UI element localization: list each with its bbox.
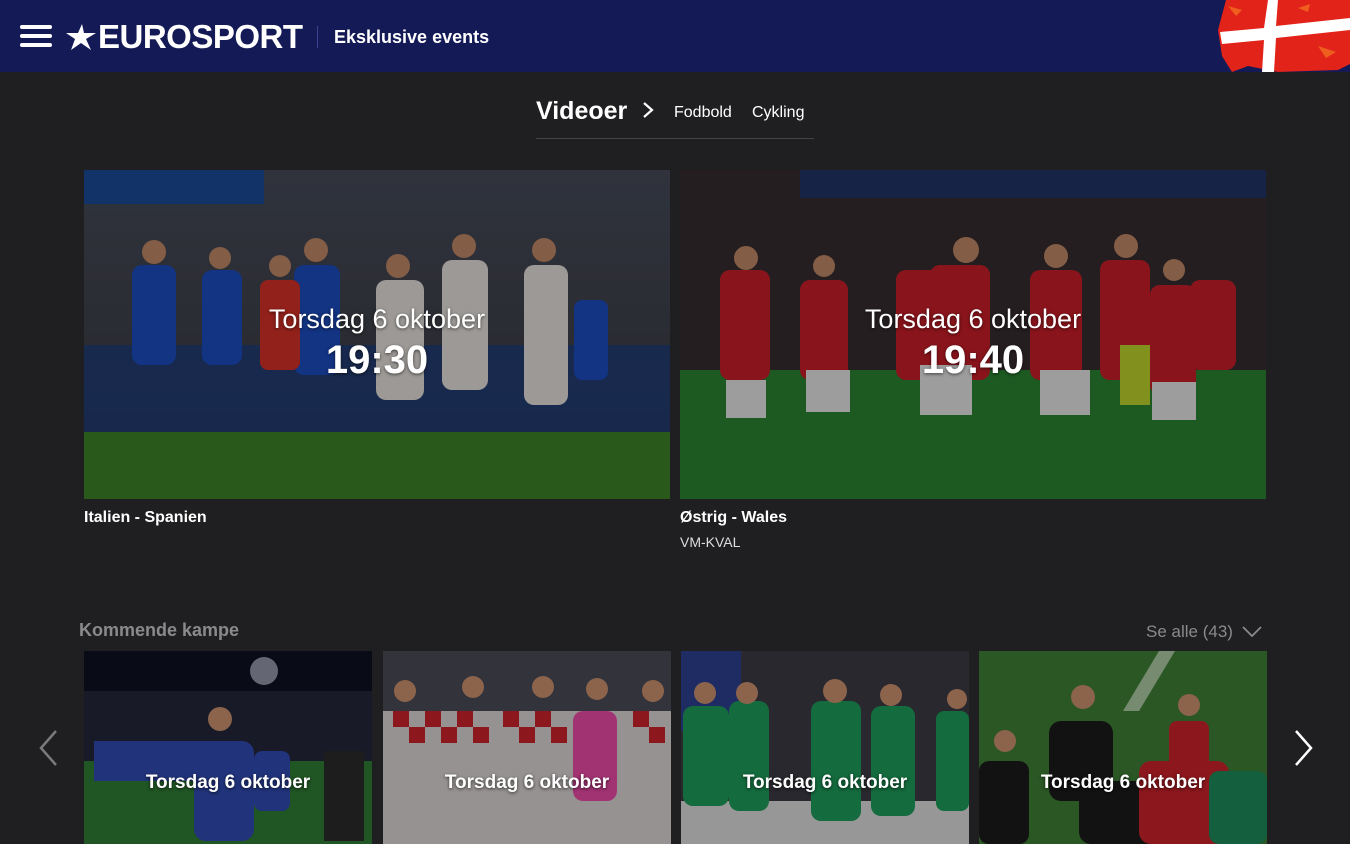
card-date: Torsdag 6 oktober: [742, 772, 908, 793]
breadcrumb-link-fodbold[interactable]: Fodbold: [674, 103, 732, 123]
card-overlay: [681, 651, 969, 844]
upcoming-section-title: Kommende kampe: [79, 620, 240, 640]
logo-text: EUROSPORT: [98, 18, 303, 55]
top-bar: EUROSPORT Eksklusive events: [0, 0, 1350, 72]
card-overlay: [979, 651, 1267, 844]
match-time: 19:30: [325, 338, 429, 382]
menu-icon[interactable]: [20, 25, 52, 47]
upcoming-match-card[interactable]: Torsdag 6 oktober: [681, 651, 969, 844]
danish-flag-icon: [1218, 0, 1350, 72]
card-overlay: [383, 651, 671, 844]
card-overlay: [84, 651, 372, 844]
match-title[interactable]: Italien - Spanien: [84, 508, 670, 528]
match-date: Torsdag 6 oktober: [268, 304, 486, 334]
chevron-down-icon: [1242, 626, 1262, 638]
arrow-left-icon[interactable]: [36, 728, 62, 768]
match-title[interactable]: Østrig - Wales: [680, 508, 1266, 528]
upcoming-match-card[interactable]: Torsdag 6 oktober: [979, 651, 1267, 844]
match-competition: VM-KVAL: [680, 534, 741, 550]
match-time: 19:40: [921, 338, 1025, 382]
card-date: Torsdag 6 oktober: [1040, 772, 1206, 793]
header-title[interactable]: Eksklusive events: [334, 26, 489, 48]
card-date: Torsdag 6 oktober: [444, 772, 610, 793]
card-date: Torsdag 6 oktober: [145, 772, 311, 793]
see-all-label: Se alle (43): [1146, 622, 1233, 641]
breadcrumb-current[interactable]: Videoer: [536, 96, 627, 126]
breadcrumb-link-cykling[interactable]: Cykling: [752, 103, 804, 123]
header-divider: [317, 26, 318, 48]
featured-match-card[interactable]: Torsdag 6 oktober 19:30 Italien - Spanie…: [84, 170, 670, 528]
upcoming-match-card[interactable]: Torsdag 6 oktober: [84, 651, 372, 844]
breadcrumb: Videoer Fodbold Cykling: [536, 94, 814, 139]
featured-thumbnail[interactable]: Torsdag 6 oktober 19:40: [680, 170, 1266, 499]
star-logo-icon: [66, 24, 96, 50]
featured-thumbnail[interactable]: Torsdag 6 oktober 19:30: [84, 170, 670, 499]
arrow-right-icon[interactable]: [1290, 728, 1316, 768]
eurosport-logo[interactable]: EUROSPORT: [66, 20, 303, 54]
featured-match-card[interactable]: Torsdag 6 oktober 19:40 Østrig - Wales V…: [680, 170, 1266, 551]
match-date: Torsdag 6 oktober: [864, 304, 1082, 334]
upcoming-match-card[interactable]: Torsdag 6 oktober: [383, 651, 671, 844]
chevron-right-icon: [643, 102, 654, 118]
see-all-link[interactable]: Se alle (43): [1146, 622, 1263, 642]
